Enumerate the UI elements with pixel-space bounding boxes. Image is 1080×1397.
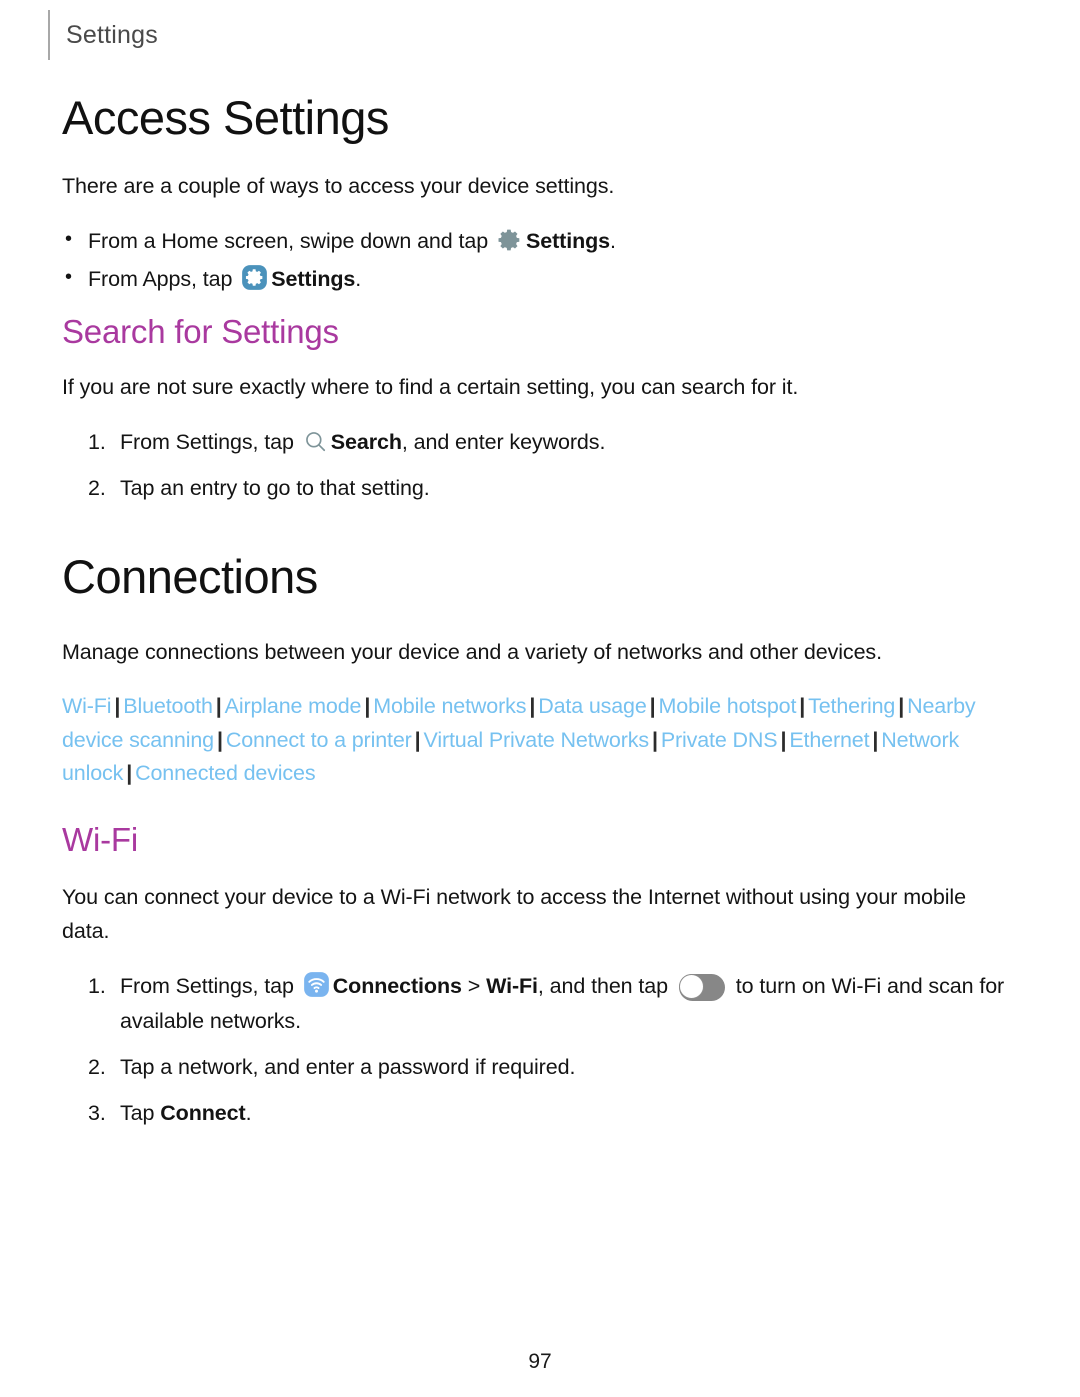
step-chevron-separator: > — [467, 973, 481, 998]
bullet-text-before: From Apps, tap — [88, 267, 233, 292]
access-settings-title: Access Settings — [62, 91, 389, 144]
link-ethernet[interactable]: Ethernet — [789, 728, 869, 752]
link-mobile-networks[interactable]: Mobile networks — [373, 694, 526, 718]
search-settings-title: Search for Settings — [62, 313, 339, 351]
bullet-bold-label: Settings — [271, 267, 356, 292]
step-text-before: From Settings, tap — [120, 430, 294, 455]
bullet-bold-label: Settings — [526, 228, 611, 253]
header-divider-rule — [48, 10, 50, 60]
bullet-text-after: . — [355, 267, 362, 292]
connections-link-band: Wi-Fi | Bluetooth | Airplane mode | Mobile net… — [62, 690, 1012, 791]
access-settings-bullet-list: From a Home screen, swipe down and tap S… — [62, 223, 1012, 298]
search-icon — [303, 429, 328, 454]
link-separator: | — [649, 694, 656, 719]
list-item: From Apps, tap Settings. — [62, 261, 1012, 297]
link-separator: | — [216, 727, 223, 752]
step-text-before: Tap — [120, 1100, 155, 1125]
link-separator: | — [651, 727, 658, 752]
access-settings-intro: There are a couple of ways to access you… — [62, 173, 615, 198]
wifi-intro: You can connect your device to a Wi-Fi n… — [62, 884, 966, 943]
step-text-after: , and enter keywords. — [401, 430, 606, 455]
page-content: Access Settings There are a couple of wa… — [62, 92, 1012, 1141]
link-separator: | — [215, 694, 222, 719]
bullet-text-after: . — [610, 228, 616, 253]
link-separator: | — [872, 727, 879, 752]
link-bluetooth[interactable]: Bluetooth — [123, 694, 213, 718]
step-text: Tap a network, and enter a password if r… — [120, 1055, 576, 1080]
link-airplane-mode[interactable]: Airplane mode — [225, 694, 362, 718]
wifi-toggle[interactable] — [678, 973, 725, 1001]
link-connected-devices[interactable]: Connected devices — [135, 761, 315, 785]
link-connect-to-a-printer[interactable]: Connect to a printer — [226, 728, 412, 752]
link-mobile-hotspot[interactable]: Mobile hotspot — [659, 694, 797, 718]
step-text-after: . — [245, 1100, 252, 1125]
connections-intro: Manage connections between your device a… — [62, 640, 882, 665]
step-text-before: From Settings, tap — [120, 973, 294, 998]
page-number: 97 — [528, 1350, 552, 1373]
running-header-title: Settings — [66, 20, 158, 49]
connections-title: Connections — [62, 549, 318, 603]
step-bold-wifi: Wi-Fi — [486, 973, 538, 998]
list-item: Tap Connect. — [62, 1096, 1012, 1132]
list-item: Tap a network, and enter a password if r… — [62, 1050, 1012, 1086]
wifi-title: Wi-Fi — [62, 820, 138, 858]
search-settings-intro: If you are not sure exactly where to fin… — [62, 375, 799, 400]
link-private-dns[interactable]: Private DNS — [661, 728, 778, 752]
gear-icon — [497, 227, 523, 253]
manual-page: Settings Access Settings There are a cou… — [0, 0, 1080, 1397]
link-separator: | — [114, 694, 121, 719]
link-wi-fi[interactable]: Wi-Fi — [62, 694, 112, 718]
step-text-before: Tap an entry to go to that setting. — [120, 475, 430, 500]
step-text-mid: , and then tap — [537, 973, 669, 998]
link-separator: | — [364, 694, 371, 719]
step-bold-label: Search — [330, 430, 402, 455]
link-separator: | — [780, 727, 787, 752]
list-item: From a Home screen, swipe down and tap S… — [62, 223, 1012, 259]
link-separator: | — [126, 761, 133, 786]
list-item: From Settings, tap Search, and enter key… — [62, 425, 1012, 461]
wifi-steps: From Settings, tap Connections > Wi-Fi, … — [62, 969, 1012, 1132]
wifi-toggle-knob — [678, 973, 704, 999]
step-bold-connections: Connections — [332, 973, 462, 998]
link-tethering[interactable]: Tethering — [808, 694, 895, 718]
settings-app-icon — [241, 264, 268, 291]
link-separator: | — [414, 727, 421, 752]
bullet-text-before: From a Home screen, swipe down and tap — [88, 228, 489, 253]
list-item: From Settings, tap Connections > Wi-Fi, … — [62, 969, 1012, 1040]
list-item: Tap an entry to go to that setting. — [62, 471, 1012, 507]
link-virtual-private-networks[interactable]: Virtual Private Networks — [424, 728, 650, 752]
connections-icon — [303, 971, 330, 998]
running-header: Settings — [48, 10, 158, 60]
link-separator: | — [799, 694, 806, 719]
link-separator: | — [898, 694, 905, 719]
step-bold-connect: Connect — [160, 1100, 246, 1125]
link-separator: | — [529, 694, 536, 719]
link-data-usage[interactable]: Data usage — [538, 694, 647, 718]
search-settings-steps: From Settings, tap Search, and enter key… — [62, 425, 1012, 506]
